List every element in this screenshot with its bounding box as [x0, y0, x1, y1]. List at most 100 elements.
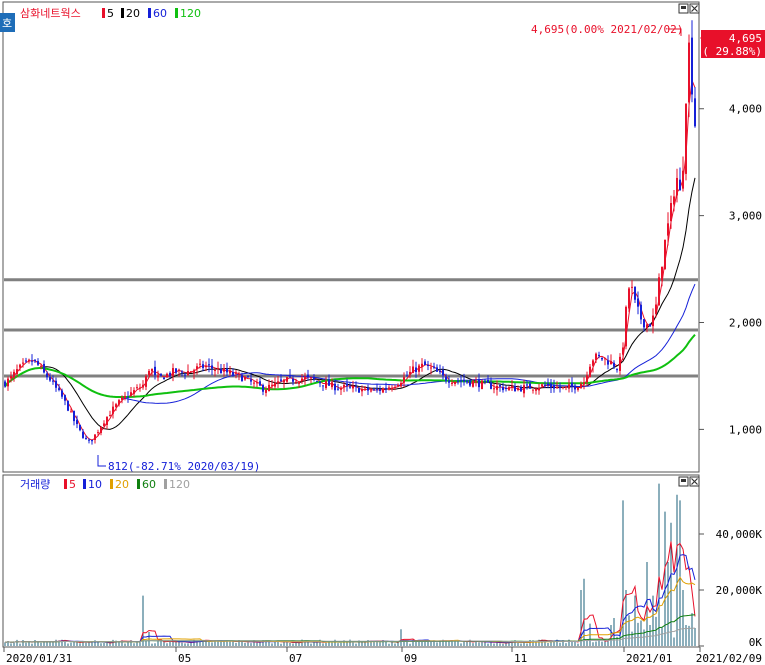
candle-body: [373, 389, 375, 391]
candle-body: [79, 424, 81, 431]
candle-body: [178, 369, 180, 371]
legend-swatch: [110, 479, 113, 489]
candle-body: [217, 368, 219, 370]
candle-body: [553, 385, 555, 389]
candle-body: [649, 324, 651, 327]
candle-body: [22, 362, 24, 364]
candle-body: [676, 177, 678, 196]
candle-body: [514, 386, 516, 392]
candle-body: [340, 387, 342, 390]
candle-body: [376, 389, 378, 391]
x-tick-label: 07: [289, 652, 302, 665]
candle-body: [556, 386, 558, 388]
candle-body: [439, 371, 441, 373]
candle-body: [601, 357, 603, 360]
legend-swatch: [121, 8, 124, 18]
candle-body: [154, 366, 156, 376]
price-panel: [2, 1, 700, 473]
candle-body: [319, 381, 321, 384]
candle-body: [202, 364, 204, 368]
candle-body: [424, 361, 426, 366]
minimize-glyph: [681, 479, 686, 482]
legend-label: 5: [107, 7, 114, 20]
candle-body: [142, 384, 144, 388]
candle-body: [31, 360, 33, 362]
candle-body: [454, 381, 456, 385]
candle-body: [298, 382, 300, 384]
candle-body: [85, 437, 87, 439]
candle-body: [265, 389, 267, 393]
candle-body: [145, 376, 147, 387]
candle-body: [4, 381, 6, 387]
candle-body: [211, 365, 213, 369]
candle-body: [673, 196, 675, 205]
candle-body: [226, 368, 228, 373]
candle-body: [316, 380, 318, 382]
candle-body: [595, 353, 597, 361]
candle-body: [55, 380, 57, 388]
candle-body: [616, 369, 618, 371]
candle-body: [112, 406, 114, 414]
candle-body: [328, 379, 330, 386]
candle-body: [472, 380, 474, 387]
candle-body: [190, 371, 192, 373]
candle-body: [412, 366, 414, 373]
candle-body: [475, 380, 477, 382]
x-tick-label: 05: [178, 652, 191, 665]
candle-body: [250, 379, 252, 382]
candle-body: [565, 386, 567, 388]
candle-body: [589, 366, 591, 378]
candle-body: [304, 376, 306, 380]
candle-body: [127, 396, 129, 398]
candle-body: [604, 358, 606, 360]
candle-body: [505, 387, 507, 389]
candle-body: [628, 288, 630, 309]
candle-body: [193, 370, 195, 374]
candle-body: [121, 397, 123, 400]
candle-body: [301, 378, 303, 381]
candle-body: [253, 382, 255, 384]
candle-body: [568, 384, 570, 389]
candle-body: [19, 364, 21, 368]
candle-body: [688, 42, 690, 103]
candle-body: [259, 381, 261, 386]
candle-body: [124, 395, 126, 399]
volume-y-tick-label: 20,000K: [716, 584, 763, 597]
y-tick-label: 3,000: [729, 210, 762, 223]
candle-body: [295, 381, 297, 383]
candle-body: [409, 371, 411, 375]
candle-body: [682, 170, 684, 189]
candle-body: [532, 389, 534, 391]
candle-body: [151, 368, 153, 372]
y-tick-label: 4,000: [729, 103, 762, 116]
candle-body: [631, 286, 633, 288]
candle-body: [484, 380, 486, 382]
candle-body: [397, 385, 399, 387]
candle-body: [403, 377, 405, 383]
candle-body: [196, 366, 198, 369]
candle-body: [133, 390, 135, 394]
legend-swatch: [164, 479, 167, 489]
candle-body: [559, 387, 561, 389]
legend-swatch: [102, 8, 105, 18]
candle-body: [406, 375, 408, 377]
candle-body: [232, 372, 234, 376]
candle-body: [652, 315, 654, 327]
candle-body: [580, 383, 582, 389]
legend-label: 5: [69, 478, 76, 491]
candle-body: [274, 382, 276, 387]
candle-body: [550, 383, 552, 388]
candle-body: [169, 372, 171, 376]
candle-body: [523, 385, 525, 394]
candle-body: [91, 439, 93, 442]
candle-body: [400, 382, 402, 387]
candle-body: [49, 377, 51, 381]
candle-body: [643, 319, 645, 328]
candle-body: [271, 384, 273, 386]
candle-body: [379, 388, 381, 391]
candle-body: [502, 387, 504, 391]
candle-body: [172, 368, 174, 377]
stock-name: 삼화네트웍스: [20, 7, 81, 20]
candle-body: [166, 373, 168, 378]
candle-body: [361, 389, 363, 392]
